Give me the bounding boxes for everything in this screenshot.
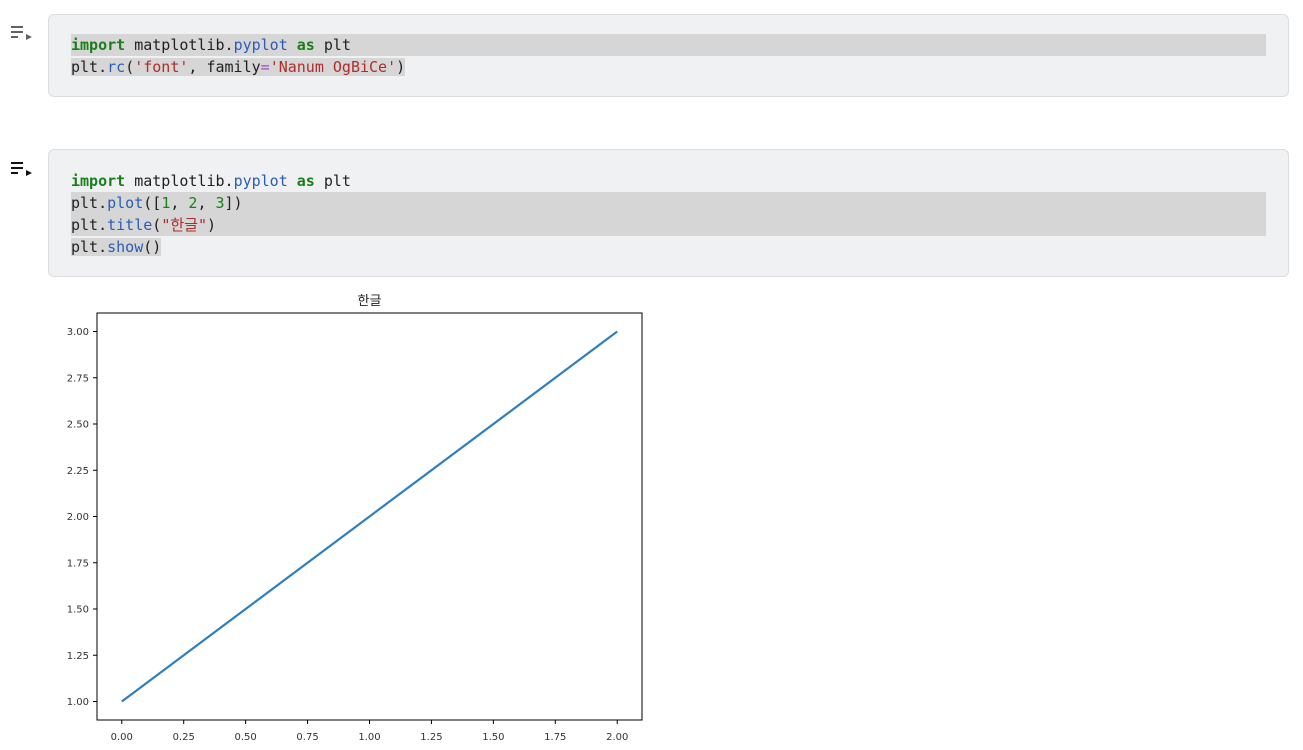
code-token: , family [188,58,260,76]
cell-output: 한글 0.00 0.25 0.50 0.75 1.00 1.25 1.50 1.75 2.00 1.… [55,286,655,745]
code-token: () [143,238,161,256]
code-line[interactable]: plt.title("한글") [71,214,1266,236]
code-token: import [71,172,125,190]
code-line[interactable]: plt.show() [71,236,1266,258]
code-token: 3 [216,194,225,212]
code-token: import [71,36,125,54]
x-tick-label: 0.75 [296,732,318,743]
code-token: plt. [71,216,107,234]
code-token: plt [315,172,351,190]
code-token: ( [125,58,134,76]
y-tick-label: 3.00 [67,327,89,338]
code-token: pyplot [234,36,288,54]
code-line[interactable]: plt.rc('font', family='Nanum OgBiCe') [71,56,1266,78]
code-cell[interactable]: import matplotlib.pyplot as pltplt.rc('f… [48,14,1289,97]
code-editor[interactable]: import matplotlib.pyplot as pltplt.rc('f… [71,34,1266,78]
code-line[interactable]: import matplotlib.pyplot as plt [71,34,1266,56]
y-tick-label: 1.75 [67,558,89,569]
chart-title: 한글 [358,294,382,309]
code-token [288,36,297,54]
code-editor[interactable]: import matplotlib.pyplot as pltplt.plot(… [71,170,1266,258]
code-token: ) [207,216,216,234]
x-tick-label: 1.25 [420,732,442,743]
code-token: matplotlib. [125,172,233,190]
code-token: as [297,172,315,190]
code-token: plt. [71,238,107,256]
code-line[interactable]: plt.plot([1, 2, 3]) [71,192,1266,214]
x-tick-label: 1.75 [544,732,566,743]
x-tick-label: 1.50 [482,732,504,743]
code-token: as [297,36,315,54]
y-tick-label: 2.50 [67,420,89,431]
code-token: pyplot [234,172,288,190]
code-token: rc [107,58,125,76]
y-tick-label: 1.50 [67,605,89,616]
code-token: show [107,238,143,256]
y-tick-label: 2.75 [67,373,89,384]
code-token: title [107,216,152,234]
y-tick-label: 1.25 [67,651,89,662]
cell-output-toggle-icon[interactable] [10,25,36,45]
code-token: plt. [71,58,107,76]
code-token: 1 [161,194,170,212]
code-token: ( [152,216,161,234]
x-tick-label: 1.00 [358,732,380,743]
y-tick-label: 2.25 [67,466,89,477]
x-tick-label: 0.25 [173,732,195,743]
code-token [288,172,297,190]
code-cell[interactable]: import matplotlib.pyplot as pltplt.plot(… [48,149,1289,277]
y-tick-label: 2.00 [67,512,89,523]
code-token: 'Nanum OgBiCe' [270,58,396,76]
code-token: ) [396,58,405,76]
code-token: plot [107,194,143,212]
code-token: matplotlib. [125,36,233,54]
code-token: = [261,58,270,76]
line-chart: 한글 0.00 0.25 0.50 0.75 1.00 1.25 1.50 1.75 2.00 1.… [55,286,655,745]
code-token: 'font' [134,58,188,76]
code-token: , [197,194,215,212]
code-token: plt [315,36,351,54]
x-tick-label: 0.00 [111,732,133,743]
code-token: ]) [225,194,243,212]
code-line[interactable]: import matplotlib.pyplot as plt [71,170,1266,192]
x-tick-label: 2.00 [606,732,628,743]
code-token: ([ [143,194,161,212]
cell-output-toggle-icon[interactable] [10,161,36,181]
code-token: , [170,194,188,212]
y-tick-label: 1.00 [67,697,89,708]
x-tick-label: 0.50 [235,732,257,743]
code-token: "한글" [161,216,207,234]
code-token: plt. [71,194,107,212]
